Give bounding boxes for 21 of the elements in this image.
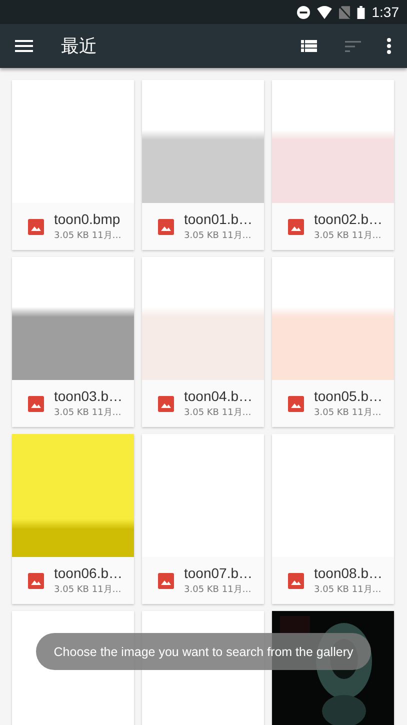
file-details: 3.05 KB 11月… [54,407,122,419]
file-details: 3.05 KB 11月… [184,407,252,419]
file-name: toon02.b… [314,211,382,227]
file-details: 3.05 KB 11月… [54,584,122,596]
file-details: 3.05 KB 11月… [314,230,382,242]
file-details: 3.05 KB 11月… [184,584,252,596]
file-name: toon01.b… [184,211,252,227]
file-name: toon07.b… [184,565,252,581]
screen-title: 最近 [61,35,97,58]
file-details: 3.05 KB 11月… [314,584,382,596]
file-details: 3.05 KB 11月… [314,407,382,419]
file-details: 3.05 KB 11月… [184,230,252,242]
hint-toast: Choose the image you want to search from the gallery [36,633,371,670]
file-name: toon04.b… [184,388,252,404]
file-name: toon03.b… [54,388,122,404]
file-details: 3.05 KB 11月… [54,230,122,242]
file-name: toon08.b… [314,565,382,581]
file-name: toon06.b… [54,565,122,581]
file-name: toon0.bmp [54,211,122,227]
clock-time: 1:37 [372,4,399,20]
file-name: toon05.b… [314,388,382,404]
